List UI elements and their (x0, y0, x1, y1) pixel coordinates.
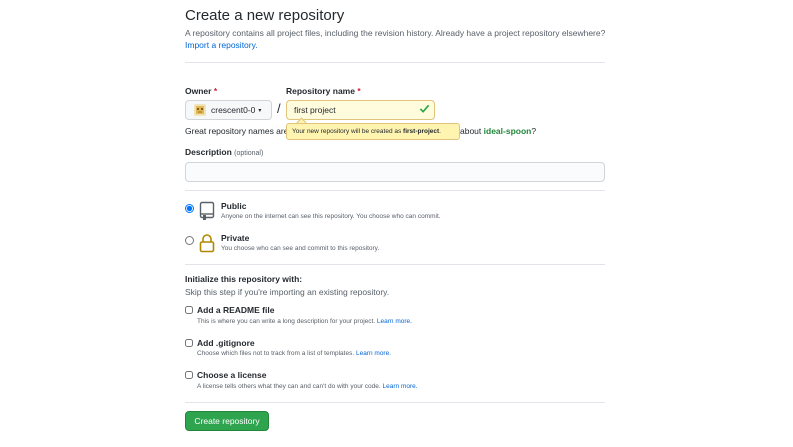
gitignore-learn-more-link[interactable]: Learn more. (356, 350, 391, 357)
page-subtitle: A repository contains all project files,… (185, 28, 606, 38)
readme-option-title: Add a README file (197, 305, 275, 315)
required-mark: * (357, 86, 361, 96)
repo-icon (199, 201, 215, 220)
owner-repo-separator: / (277, 101, 281, 116)
license-option-title: Choose a license (197, 370, 267, 380)
description-input[interactable] (185, 162, 605, 182)
public-option-title: Public (221, 201, 247, 211)
required-mark: * (213, 86, 218, 96)
gitignore-option-title: Add .gitignore (197, 338, 255, 348)
private-option-note: You choose who can see and commit to thi… (221, 245, 380, 252)
license-learn-more-link[interactable]: Learn more. (383, 383, 418, 390)
owner-name: crescent0-0 (211, 105, 256, 115)
initialize-heading: Initialize this repository with: (185, 274, 303, 284)
public-radio[interactable] (185, 204, 194, 213)
suggested-name-link[interactable]: ideal-spoon (484, 126, 532, 136)
lock-icon (199, 234, 215, 253)
owner-label: Owner * (185, 86, 218, 96)
check-icon (419, 104, 430, 113)
public-option-note: Anyone on the internet can see this repo… (221, 213, 441, 220)
import-repository-link[interactable]: Import a repository. (185, 40, 258, 50)
name-hint-text: Great repository names are (185, 126, 289, 136)
readme-option-note: This is where you can write a long descr… (197, 318, 412, 325)
license-checkbox[interactable] (185, 371, 193, 379)
divider (185, 264, 605, 265)
repository-name-tooltip: Your new repository will be created as f… (286, 123, 460, 140)
optional-tag: (optional) (234, 150, 264, 157)
private-radio[interactable] (185, 236, 194, 245)
divider (185, 190, 605, 191)
avatar (194, 104, 206, 116)
divider (185, 402, 605, 403)
description-label: Description (optional) (185, 147, 264, 157)
readme-checkbox[interactable] (185, 306, 193, 314)
gitignore-option-note: Choose which files not to track from a l… (197, 350, 392, 357)
gitignore-checkbox[interactable] (185, 339, 193, 347)
initialize-subtitle: Skip this step if you're importing an ex… (185, 287, 390, 297)
repository-name-input[interactable] (286, 100, 435, 120)
name-suggestion-text: about ideal-spoon? (460, 126, 537, 136)
create-repository-button[interactable]: Create repository (185, 411, 269, 431)
readme-learn-more-link[interactable]: Learn more. (377, 318, 412, 325)
chevron-down-icon: ▾ (258, 107, 262, 114)
repository-name-label: Repository name * (286, 86, 361, 96)
private-option-title: Private (221, 233, 250, 243)
divider (185, 62, 605, 63)
license-option-note: A license tells others what they can and… (197, 383, 418, 390)
page-title: Create a new repository (185, 7, 345, 24)
tooltip-repo-name: first-project (403, 128, 440, 135)
owner-dropdown[interactable]: crescent0-0 ▾ (185, 100, 272, 120)
